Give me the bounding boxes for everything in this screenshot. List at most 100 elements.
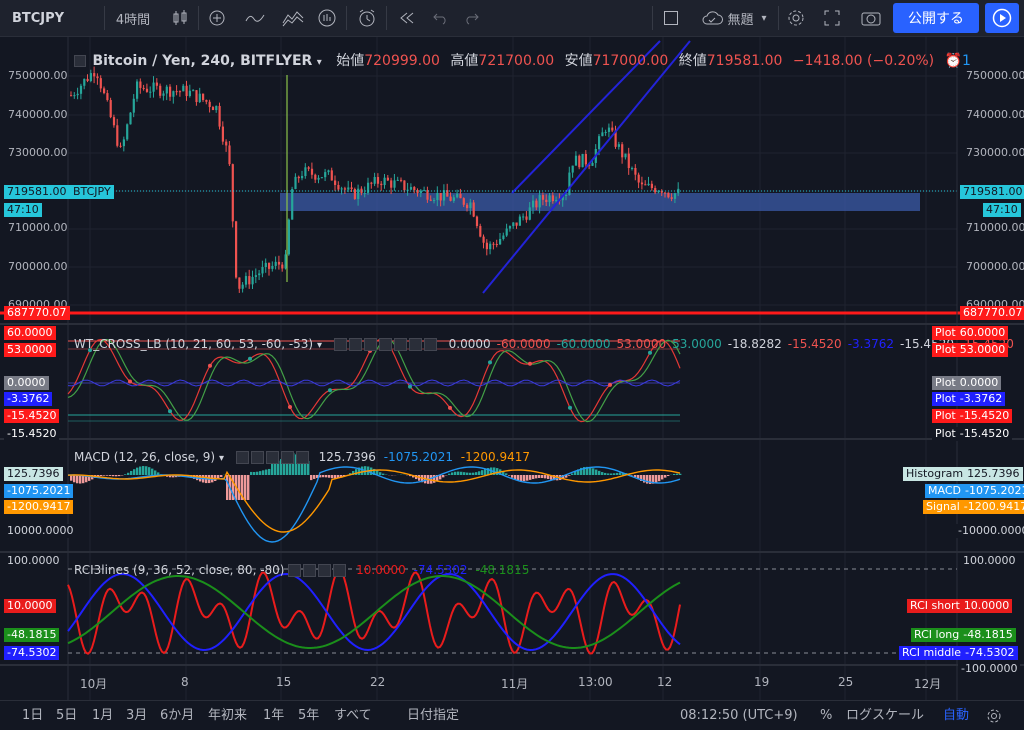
range-button[interactable]: 5日: [56, 701, 77, 730]
wt-cross-dot: [168, 409, 172, 413]
wt-title[interactable]: WT_CROSS_LB (10, 21, 60, 53, -60, -53): [74, 337, 313, 351]
replay-icon[interactable]: [392, 0, 422, 36]
candle-body: [591, 163, 593, 166]
close-icon[interactable]: [266, 451, 279, 464]
candle-body: [651, 184, 653, 188]
range-button[interactable]: すべて: [334, 701, 372, 730]
financials-icon[interactable]: [312, 0, 342, 36]
more-icon[interactable]: [379, 338, 392, 351]
camera-icon[interactable]: [856, 0, 886, 36]
wt-value: -3.3762: [848, 337, 894, 351]
fullscreen-icon[interactable]: [818, 0, 846, 36]
chevron-down-icon[interactable]: ▾: [219, 453, 224, 464]
candle-body: [644, 184, 646, 185]
candle-body: [667, 193, 669, 198]
gear-icon[interactable]: [986, 701, 1002, 730]
auto-scale-toggle[interactable]: 自動: [943, 701, 969, 730]
undo-icon[interactable]: [426, 0, 454, 36]
candle-body: [628, 154, 630, 168]
high-value: 721700.00: [478, 53, 554, 69]
symbol-search-button[interactable]: BTCJPY: [8, 0, 68, 36]
close-icon[interactable]: [364, 338, 377, 351]
candle-body: [225, 142, 227, 146]
more-icon[interactable]: [333, 564, 346, 577]
candle-body: [232, 164, 234, 221]
range-button[interactable]: 1日: [22, 701, 43, 730]
plot-value: 60.0000: [960, 326, 1006, 339]
add-icon[interactable]: [394, 338, 407, 351]
range-button[interactable]: 3月: [126, 701, 147, 730]
clock-display[interactable]: 08:12:50 (UTC+9): [680, 701, 798, 730]
gear-icon[interactable]: [251, 451, 264, 464]
arrow-up-icon[interactable]: [409, 338, 422, 351]
eye-icon[interactable]: [236, 451, 249, 464]
redo-icon[interactable]: [458, 0, 486, 36]
price-tick-right: 750000.00: [966, 69, 1024, 82]
eye-icon[interactable]: [334, 338, 347, 351]
save-layout-button[interactable]: 無題 ▾: [694, 0, 774, 36]
wt-axis-tag: -3.3762: [4, 392, 52, 406]
range-button[interactable]: 5年: [298, 701, 319, 730]
macd-bar: [361, 466, 363, 475]
rci-long-value: -48.1815: [475, 563, 529, 577]
candle-body: [123, 139, 125, 146]
chevron-down-icon[interactable]: ▾: [317, 340, 322, 351]
macd-bar: [667, 475, 669, 476]
candle-body: [473, 202, 475, 216]
wt-axis-tag: 60.0000: [4, 326, 56, 340]
collapse-icon[interactable]: [74, 55, 86, 67]
macd-bar: [673, 474, 675, 475]
macd-bar: [325, 475, 327, 477]
price-tick-right: 740000.00: [966, 108, 1024, 121]
candle-body: [136, 81, 138, 98]
candle-body: [390, 180, 392, 187]
eye-icon[interactable]: [288, 564, 301, 577]
symbol-title[interactable]: Bitcoin / Yen, 240, BITFLYER: [92, 53, 312, 69]
candle-body: [186, 86, 188, 96]
arrow-down-icon[interactable]: [424, 338, 437, 351]
wt-cross-dot: [488, 360, 492, 364]
fullscreen-select-icon[interactable]: [658, 0, 684, 36]
templates-icon[interactable]: [278, 0, 308, 36]
gear-icon[interactable]: [349, 338, 362, 351]
percent-toggle[interactable]: %: [820, 701, 832, 730]
gear-icon[interactable]: [782, 0, 810, 36]
range-button[interactable]: 6か月: [160, 701, 194, 730]
close-icon[interactable]: [318, 564, 331, 577]
log-scale-toggle[interactable]: ログスケール: [846, 701, 924, 730]
range-button[interactable]: 1月: [92, 701, 113, 730]
alert-clock-icon[interactable]: [352, 0, 382, 36]
chevron-down-icon[interactable]: ▾: [317, 57, 322, 68]
chevron-down-icon[interactable]: ▾: [761, 13, 766, 24]
chart-canvas[interactable]: [0, 37, 1024, 700]
wt-cross-dot: [328, 388, 332, 392]
candle-body: [275, 262, 277, 266]
rci-title[interactable]: RCI3lines (9, 36, 52, close, 80, -80): [74, 563, 284, 577]
candle-style-icon[interactable]: [165, 0, 195, 36]
candle-body: [400, 180, 402, 181]
macd-bar: [142, 466, 144, 475]
gear-icon[interactable]: [303, 564, 316, 577]
add-compare-icon[interactable]: [202, 0, 232, 36]
candle-body: [654, 188, 656, 192]
plot-value: 125.7396: [967, 467, 1020, 480]
time-axis-label: 12月: [914, 675, 941, 692]
alert-clock-icon[interactable]: ⏰: [945, 53, 962, 69]
publish-button[interactable]: 公開する: [893, 3, 979, 33]
range-button[interactable]: 1年: [263, 701, 284, 730]
play-icon[interactable]: [985, 3, 1019, 33]
more-icon[interactable]: [281, 451, 294, 464]
add-icon[interactable]: [296, 451, 309, 464]
candle-body: [209, 102, 211, 107]
macd-title[interactable]: MACD (12, 26, close, 9): [74, 450, 215, 464]
interval-button[interactable]: 4時間: [110, 0, 156, 36]
candle-body: [96, 76, 98, 78]
candle-body: [271, 266, 273, 269]
candle-body: [311, 169, 313, 175]
goto-date-button[interactable]: 日付指定: [407, 701, 459, 730]
indicators-icon[interactable]: [240, 0, 270, 36]
candle-body: [172, 91, 174, 97]
plot-name: RCI short: [910, 599, 960, 612]
range-button[interactable]: 年初来: [208, 701, 247, 730]
wt-cross-dot: [448, 406, 452, 410]
